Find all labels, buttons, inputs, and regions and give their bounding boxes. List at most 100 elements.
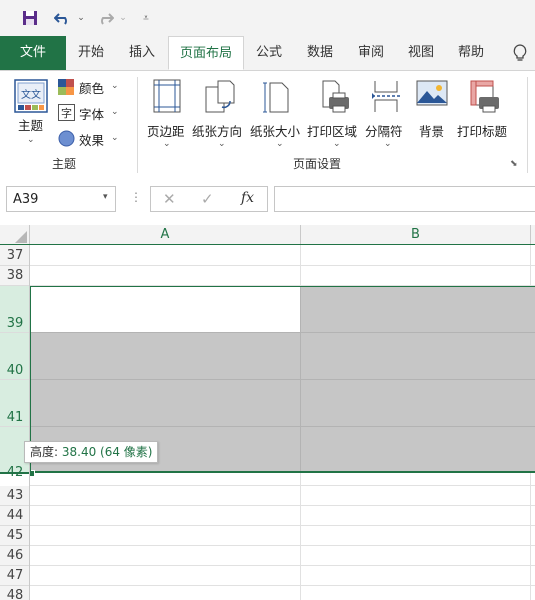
themes-label: 主题 [18, 118, 44, 133]
print-titles-icon [470, 80, 499, 113]
row-header-40[interactable]: 40 [0, 333, 30, 380]
chevron-down-icon: ⌄ [333, 139, 341, 149]
background-label: 背景 [419, 124, 445, 139]
svg-text:文文: 文文 [21, 88, 41, 101]
column-headers: A B [0, 225, 535, 246]
fonts-button[interactable]: 字 字体 ⌄ [58, 103, 128, 123]
svg-text:字: 字 [61, 106, 72, 120]
tab-help[interactable]: 帮助 [446, 36, 496, 70]
tab-file[interactable]: 文件 [0, 36, 66, 70]
row-header-46[interactable]: 46 [0, 546, 30, 566]
lightbulb-icon[interactable] [505, 36, 535, 70]
tab-review[interactable]: 审阅 [346, 36, 396, 70]
formula-buttons: ✕ ✓ fx [150, 186, 268, 212]
formula-input[interactable] [274, 186, 535, 212]
chevron-down-icon: ⌄ [27, 135, 35, 145]
ribbon-tabs: 文件 开始 插入 页面布局 公式 数据 审阅 视图 帮助 [0, 36, 535, 71]
theme-icon: 文文 [14, 79, 48, 113]
row-header-44[interactable]: 44 [0, 506, 30, 526]
breaks-label: 分隔符 [365, 124, 403, 139]
background-button[interactable]: 背景 [413, 77, 451, 153]
redo-dropdown-icon[interactable]: ⌄ [118, 8, 128, 28]
row-gridline [30, 565, 535, 566]
tab-insert[interactable]: 插入 [116, 36, 168, 70]
page-setup-group-label: 页面设置 [293, 157, 342, 171]
themes-button[interactable]: 文文 主题 ⌄ [10, 77, 52, 151]
row-resize-indicator [0, 472, 30, 474]
chevron-down-icon: ⌄ [384, 139, 392, 149]
save-icon[interactable] [20, 8, 40, 28]
chevron-down-icon: ⌄ [111, 107, 119, 117]
row-header-41[interactable]: 41 [0, 380, 30, 427]
colors-icon [58, 79, 74, 95]
insert-function-icon[interactable]: fx [241, 190, 254, 206]
colors-button[interactable]: 颜色 ⌄ [58, 77, 128, 97]
row-gridline [30, 285, 535, 286]
column-header-a[interactable]: A [30, 225, 301, 245]
size-icon [263, 82, 289, 113]
fonts-label: 字体 [79, 107, 105, 122]
row-header-47[interactable]: 47 [0, 566, 30, 586]
tooltip-value: 38.40 (64 像素) [61, 445, 153, 459]
row-header-37[interactable]: 37 [0, 245, 30, 266]
row-gridline [30, 485, 535, 486]
effects-icon [58, 130, 75, 147]
breaks-icon [372, 81, 400, 112]
orientation-button[interactable]: 纸张方向 ⌄ [192, 77, 248, 153]
name-box-value: A39 [13, 192, 39, 207]
row-gridline [30, 525, 535, 526]
column-header-b[interactable]: B [301, 225, 531, 245]
customize-toolbar-icon[interactable]: ⩡ [140, 8, 152, 28]
print-area-icon [322, 80, 349, 113]
colors-label: 颜色 [79, 81, 105, 96]
row-header-39[interactable]: 39 [0, 286, 30, 333]
chevron-down-icon: ⌄ [111, 81, 119, 91]
orientation-icon [205, 80, 235, 113]
row-gridline [30, 585, 535, 586]
tab-page-layout[interactable]: 页面布局 [168, 36, 244, 70]
enter-icon[interactable]: ✓ [201, 190, 214, 208]
row-header-divider [29, 245, 30, 600]
margins-icon [153, 79, 181, 113]
themes-group-label: 主题 [52, 157, 77, 171]
formula-bar: A39 ▾ ⋮ ✕ ✓ fx [0, 177, 535, 225]
tab-data[interactable]: 数据 [294, 36, 346, 70]
breaks-button[interactable]: 分隔符 ⌄ [365, 77, 409, 153]
tab-home[interactable]: 开始 [66, 36, 116, 70]
row-gridline [30, 505, 535, 506]
print-titles-label: 打印标题 [457, 124, 508, 139]
row-header-43[interactable]: 43 [0, 486, 30, 506]
fonts-icon: 字 [58, 104, 75, 121]
chevron-down-icon[interactable]: ▾ [103, 192, 108, 202]
row-gridline [30, 265, 535, 266]
undo-icon[interactable] [52, 8, 74, 28]
effects-button[interactable]: 效果 ⌄ [58, 129, 128, 149]
size-label: 纸张大小 [250, 124, 301, 139]
background-icon [416, 80, 448, 106]
tab-view[interactable]: 视图 [396, 36, 446, 70]
effects-label: 效果 [79, 133, 105, 148]
ribbon-page-layout: 文文 主题 ⌄ 颜色 ⌄ 字 字体 ⌄ 效果 ⌄ 主题 页边距 ⌄ 纸张方向 ⌄… [0, 71, 535, 178]
more-options-icon[interactable]: ⋮ [130, 190, 142, 204]
group-divider [527, 77, 528, 173]
select-all-corner[interactable] [0, 225, 30, 245]
name-box[interactable]: A39 ▾ [6, 186, 116, 212]
margins-button[interactable]: 页边距 ⌄ [145, 77, 189, 153]
undo-dropdown-icon[interactable]: ⌄ [76, 8, 86, 28]
redo-icon[interactable] [94, 8, 116, 28]
size-button[interactable]: 纸张大小 ⌄ [250, 77, 306, 153]
group-divider [137, 77, 138, 173]
chevron-down-icon: ⌄ [163, 139, 171, 149]
quick-access-toolbar: ⌄ ⌄ ⩡ [0, 0, 535, 36]
row-header-48[interactable]: 48 [0, 586, 30, 600]
print-area-label: 打印区域 [307, 124, 358, 139]
row-header-38[interactable]: 38 [0, 266, 30, 286]
row-height-tooltip: 高度: 38.40 (64 像素) [24, 441, 159, 463]
tab-formulas[interactable]: 公式 [244, 36, 294, 70]
print-titles-button[interactable]: 打印标题 [455, 77, 515, 153]
cancel-icon[interactable]: ✕ [163, 190, 176, 208]
row-header-45[interactable]: 45 [0, 526, 30, 546]
dialog-launcher-icon[interactable]: ⬊ [510, 159, 520, 169]
margins-label: 页边距 [147, 124, 185, 139]
print-area-button[interactable]: 打印区域 ⌄ [307, 77, 363, 153]
